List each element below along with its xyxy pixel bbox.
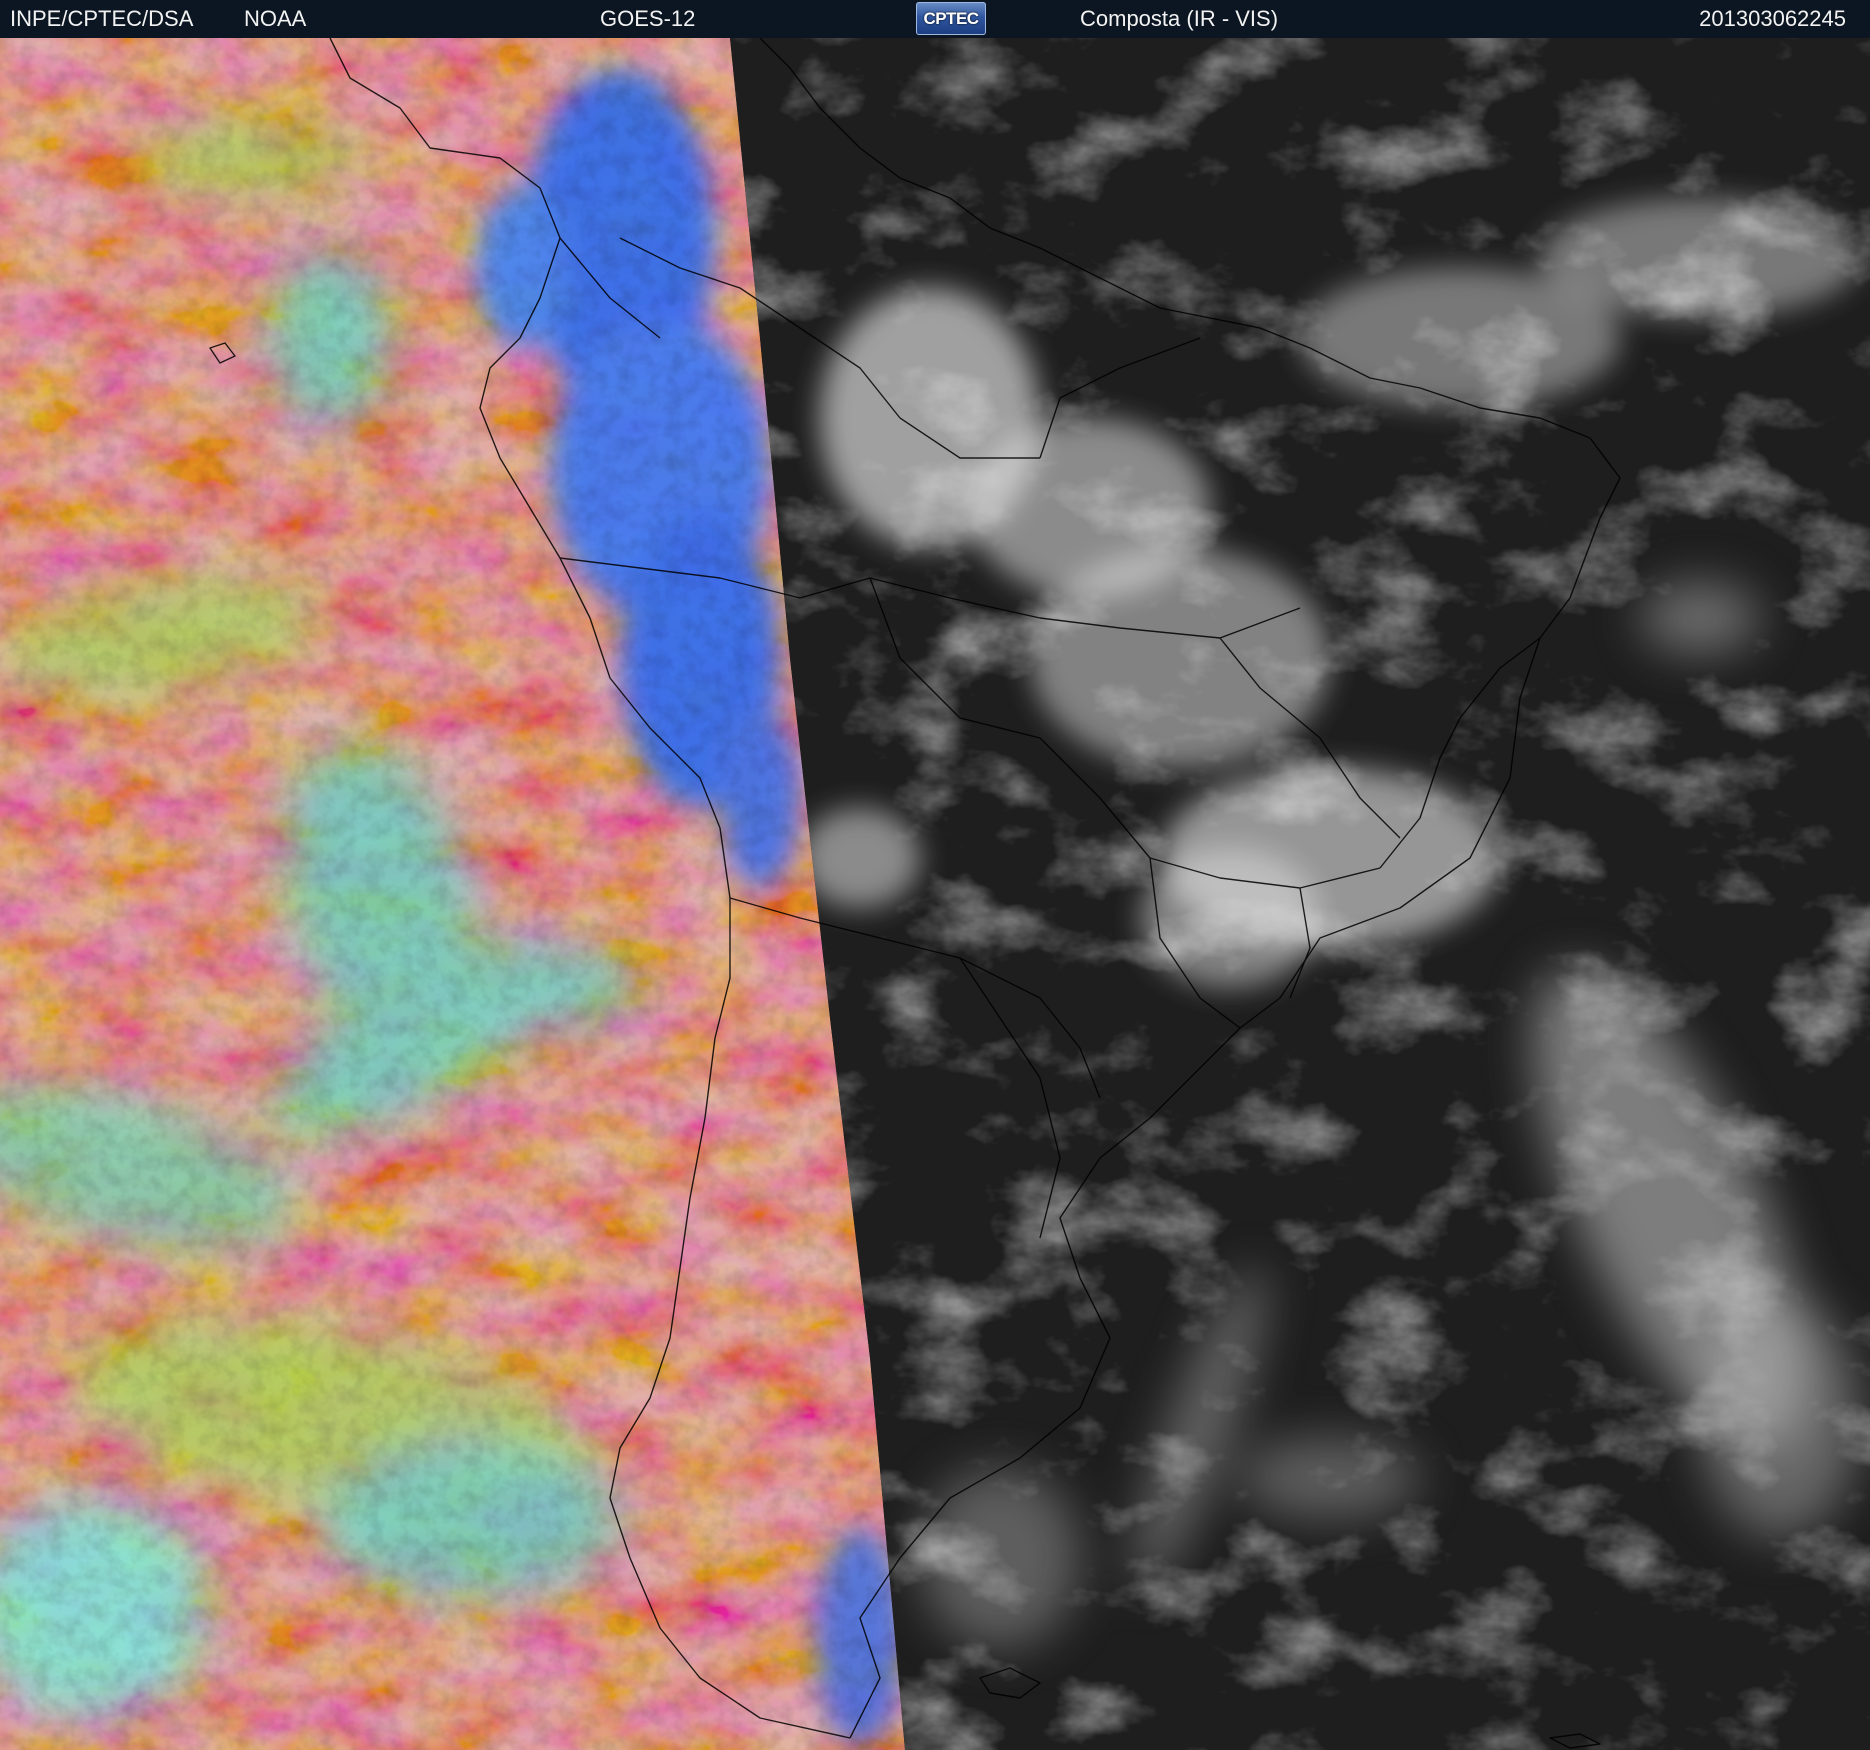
agency-label: INPE/CPTEC/DSA — [10, 6, 194, 31]
satellite-image — [0, 38, 1870, 1750]
satellite-viewer: INPE/CPTEC/DSA NOAA GOES-12 CPTEC Compos… — [0, 0, 1870, 1750]
header-bar: INPE/CPTEC/DSA NOAA GOES-12 CPTEC Compos… — [0, 0, 1870, 39]
source-label: NOAA — [244, 6, 307, 31]
satellite-label: GOES-12 — [600, 6, 696, 31]
cptec-logo-icon: CPTEC — [916, 2, 986, 35]
logo-text: CPTEC — [923, 9, 979, 28]
composite-image-svg — [0, 38, 1870, 1750]
product-label: Composta (IR - VIS) — [1080, 6, 1279, 31]
timestamp-label: 201303062245 — [1699, 6, 1846, 31]
